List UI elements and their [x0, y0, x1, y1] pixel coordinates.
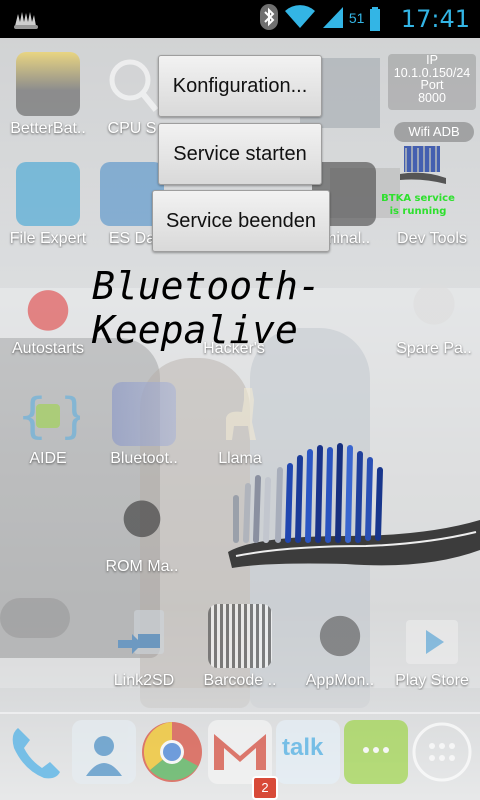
clock: 17:41 [400, 5, 470, 33]
sdcard-icon [112, 604, 176, 668]
android-icon: { } [16, 382, 89, 446]
app-label: Barcode .. [203, 672, 277, 689]
app-label: ROM Ma.. [105, 558, 179, 575]
llama-icon [208, 382, 272, 446]
app-label: Autostarts [11, 340, 85, 357]
file-expert-icon [16, 162, 80, 226]
talk-label: talk [282, 734, 324, 761]
app-autostarts[interactable]: Autostarts [0, 272, 96, 358]
gmail-icon[interactable] [208, 720, 272, 784]
app-label: Bluetoot.. [110, 450, 178, 467]
battery-icon: 51 [348, 6, 380, 32]
app-play-store[interactable]: Play Store [384, 604, 480, 690]
appmonster-icon [308, 604, 372, 668]
app-dev-tools[interactable]: Dev Tools [384, 162, 480, 248]
app-label: AppMon.. [305, 672, 375, 689]
app-title-line2: Keepalive [92, 308, 298, 352]
app-appmonster[interactable]: AppMon.. [292, 604, 388, 690]
ip-label: IP [426, 53, 438, 67]
car-icon [16, 272, 80, 336]
app-barcode-scanner[interactable]: Barcode .. [192, 604, 288, 690]
talk-icon[interactable]: talk [276, 720, 340, 784]
wifi-adb-widget[interactable]: Wifi ADB [394, 122, 474, 142]
app-title-line1: Bluetooth- [92, 264, 321, 308]
gear-icon [402, 272, 466, 336]
app-rom-manager[interactable]: ROM Ma.. [96, 490, 188, 576]
app-label: AIDE [29, 450, 67, 467]
start-service-button[interactable]: Service starten [158, 123, 322, 185]
magnifier-icon [100, 52, 164, 116]
app-spare-parts[interactable]: Spare Pa.. [386, 272, 480, 358]
app-label: BetterBat.. [10, 120, 86, 137]
bluetooth-icon [259, 3, 279, 35]
app-notification-icon [12, 8, 42, 30]
ip-info-widget[interactable]: IP 10.1.0.150/24 Port 8000 [388, 54, 476, 110]
play-store-icon [400, 604, 464, 668]
dock: talk [0, 712, 480, 800]
svg-text:}: } [60, 388, 80, 444]
battery-level: 51 [348, 10, 365, 26]
app-label: Play Store [395, 672, 469, 689]
signal-icon [321, 5, 345, 33]
configuration-button[interactable]: Konfiguration... [158, 55, 322, 117]
toothbrush-icon [112, 382, 176, 446]
app-label: Dev Tools [397, 230, 467, 247]
all-apps-icon[interactable] [410, 720, 474, 784]
toothbrush-graphic [226, 440, 480, 580]
wifi-icon [284, 5, 315, 33]
chrome-icon[interactable] [140, 720, 204, 784]
app-title: Bluetooth- Keepalive [92, 264, 321, 352]
contacts-icon[interactable] [72, 720, 136, 784]
app-aide[interactable]: { } AIDE [0, 382, 96, 468]
stop-service-button[interactable]: Service beenden [152, 190, 330, 252]
phone-icon[interactable] [4, 720, 68, 784]
app-label: Link2SD [113, 672, 175, 689]
port-value: 8000 [418, 90, 446, 105]
gear-icon [400, 162, 464, 226]
barcode-icon [208, 604, 272, 668]
app-link2sd[interactable]: Link2SD [96, 604, 192, 690]
app-betterbatterystats[interactable]: BetterBat.. [0, 52, 96, 138]
messaging-icon[interactable] [344, 720, 408, 784]
status-bar: 51 17:41 [0, 0, 480, 38]
app-file-expert[interactable]: File Expert [0, 162, 96, 248]
port-label: Port [420, 78, 444, 92]
app-label: Spare Pa.. [396, 340, 472, 357]
gmail-badge: 2 [252, 776, 278, 800]
rom-manager-icon [110, 490, 174, 554]
battery-icon [16, 52, 80, 116]
app-label: File Expert [9, 230, 87, 247]
app-bluetooth-keepalive[interactable]: Bluetoot.. [100, 382, 188, 468]
